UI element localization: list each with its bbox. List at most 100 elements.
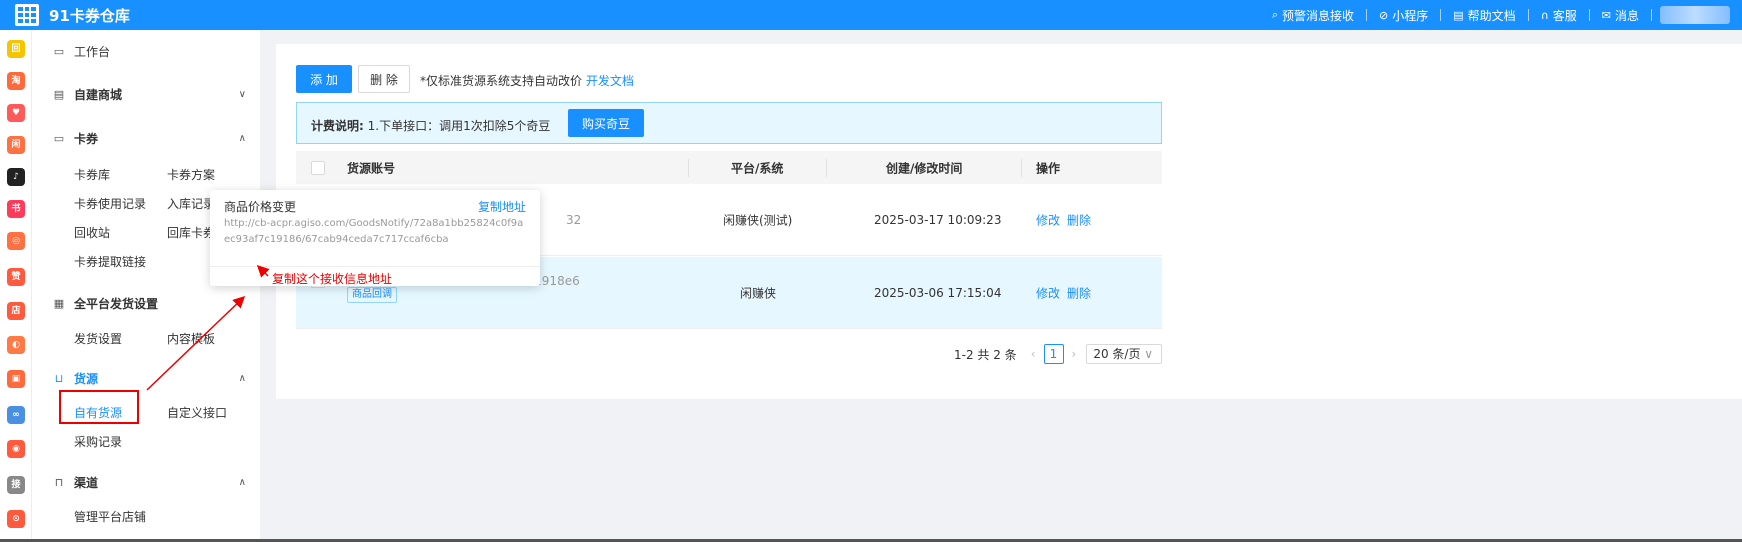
sidebar-group-delivery[interactable]: ▦ 全平台发货设置: [32, 291, 260, 315]
sidebar-group-mall[interactable]: ▤ 自建商城 ∨: [32, 82, 260, 106]
top-bar: 91卡券仓库 ⌕ 预警消息接收 ⊘ 小程序 ▤ 帮助文档 ∩ 客服 ✉ 消息: [0, 0, 1742, 30]
sidebar-item-workbench[interactable]: ▭ 工作台: [32, 39, 260, 63]
platform-cell: 闲赚侠(测试): [723, 213, 793, 227]
rail-icon-2[interactable]: 淘: [7, 72, 25, 90]
auto-price-note: *仅标准货源系统支持自动改价 开发文档: [420, 72, 634, 89]
top-nav-mini-program[interactable]: ⊘ 小程序: [1367, 7, 1440, 24]
cart-icon: ⊔: [54, 371, 64, 385]
divider: [688, 159, 689, 177]
sidebar-group-coupons[interactable]: ▭ 卡券 ∧: [32, 126, 260, 150]
delete-link[interactable]: 删除: [1067, 284, 1091, 301]
rail-icon-13[interactable]: ◉: [7, 440, 25, 458]
sidebar-item-coupon-plan[interactable]: 卡券方案: [167, 166, 215, 183]
rail-icon-3[interactable]: ♥: [7, 104, 25, 122]
sidebar-group-channel[interactable]: ⊓ 渠道 ∧: [32, 470, 260, 494]
sidebar-item-recycle-bin[interactable]: 回收站: [74, 224, 110, 241]
top-nav-label: 客服: [1552, 8, 1577, 23]
top-nav-label: 预警消息接收: [1282, 8, 1355, 23]
col-actions: 操作: [1036, 161, 1061, 175]
popover-title: 商品价格变更: [224, 200, 297, 214]
sidebar-item-purchase-records[interactable]: 采购记录: [74, 433, 122, 450]
rail-icon-8[interactable]: 赞: [7, 268, 25, 286]
rail-icon-10[interactable]: ◐: [7, 336, 25, 354]
top-nav-label: 帮助文档: [1467, 8, 1516, 23]
highlight-box: [59, 390, 139, 424]
app-logo-icon: [15, 4, 39, 26]
chevron-down-icon: ∨: [238, 88, 246, 100]
top-nav: ⌕ 预警消息接收 ⊘ 小程序 ▤ 帮助文档 ∩ 客服 ✉ 消息: [1260, 0, 1652, 30]
annotation-text: 复制这个接收信息地址: [272, 272, 393, 286]
store-icon: ▤: [53, 87, 65, 101]
billing-info: 计费说明: 1.下单接口：调用1次扣除5个奇豆 购买奇豆: [296, 102, 1162, 144]
rail-icon-4[interactable]: 闲: [7, 136, 25, 154]
search-icon: ⌕: [1271, 8, 1279, 21]
sidebar-item-custom-api[interactable]: 自定义接口: [167, 404, 227, 421]
app-title: 91卡券仓库: [49, 6, 130, 25]
delete-link[interactable]: 删除: [1067, 211, 1091, 228]
sidebar-group-label: 全平台发货设置: [74, 296, 159, 311]
sidebar-item-coupon-library[interactable]: 卡券库: [74, 166, 110, 183]
sidebar-item-stock-records[interactable]: 入库记录: [167, 195, 215, 212]
col-time: 创建/修改时间: [886, 161, 963, 175]
top-nav-service[interactable]: ∩ 客服: [1529, 7, 1589, 24]
sidebar-item-coupon-usage[interactable]: 卡券使用记录: [74, 195, 146, 212]
top-nav-label: 小程序: [1392, 8, 1429, 23]
page-1-button[interactable]: 1: [1043, 344, 1064, 364]
sidebar-item-returned-coupons[interactable]: 回库卡券: [167, 224, 215, 241]
sidebar-item-content-template[interactable]: 内容模板: [167, 330, 215, 347]
sidebar-group-label: 货源: [74, 371, 99, 386]
rail-icon-11[interactable]: ▣: [7, 370, 25, 388]
sidebar-item-extract-link[interactable]: 卡券提取链接: [74, 253, 146, 270]
top-nav-messages[interactable]: ✉ 消息: [1590, 7, 1651, 24]
edit-link[interactable]: 修改: [1036, 211, 1060, 228]
dev-doc-link[interactable]: 开发文档: [586, 74, 634, 88]
sidebar-item-manage-shops[interactable]: 管理平台店铺: [74, 508, 146, 525]
sidebar-group-supply[interactable]: ⊔ 货源 ∧: [32, 366, 260, 390]
chevron-up-icon: ∧: [238, 476, 246, 488]
notify-url-text: http://cb-acpr.agiso.com/GoodsNotify/72a…: [224, 218, 524, 245]
top-nav-alerts[interactable]: ⌕ 预警消息接收: [1260, 7, 1366, 24]
mini-program-icon: ⊘: [1379, 8, 1389, 22]
select-all-checkbox[interactable]: [311, 160, 325, 175]
rail-icon-5[interactable]: ♪: [7, 168, 25, 186]
col-account: 货源账号: [347, 161, 396, 175]
col-platform: 平台/系统: [731, 161, 784, 175]
chevron-up-icon: ∧: [238, 132, 246, 144]
table-header: 货源账号 平台/系统 创建/修改时间 操作: [296, 151, 1162, 184]
headset-icon: ∩: [1540, 8, 1549, 22]
add-button[interactable]: 添 加: [296, 65, 352, 93]
rail-icon-6[interactable]: 书: [7, 200, 25, 218]
bag-icon: ⊓: [54, 475, 64, 489]
edit-link[interactable]: 修改: [1036, 284, 1060, 301]
copy-address-link[interactable]: 复制地址: [478, 198, 526, 215]
buy-beans-button[interactable]: 购买奇豆: [568, 109, 644, 137]
user-account-blurred[interactable]: [1660, 6, 1730, 24]
doc-icon: ▤: [1453, 8, 1464, 22]
sidebar-group-label: 卡券: [74, 131, 99, 146]
monitor-icon: ▭: [53, 44, 65, 58]
next-page-icon[interactable]: ›: [1072, 347, 1077, 361]
rail-icon-1[interactable]: 回: [7, 40, 25, 58]
pagination: 1-2 共 2 条 ‹ 1 › 20 条/页 ∨: [954, 344, 1163, 364]
chevron-down-icon: ∨: [1144, 347, 1154, 361]
billing-text: 计费说明: 1.下单接口：调用1次扣除5个奇豆: [311, 117, 550, 134]
rail-icon-14[interactable]: 接: [7, 476, 25, 494]
grid-icon: ▦: [53, 296, 65, 310]
mail-icon: ✉: [1601, 8, 1611, 22]
rail-icon-12[interactable]: ∞: [7, 406, 25, 424]
sidebar-item-delivery-settings[interactable]: 发货设置: [74, 330, 122, 347]
chevron-up-icon: ∧: [238, 372, 246, 384]
rail-icon-9[interactable]: 店: [7, 302, 25, 320]
sidebar-group-label: 渠道: [74, 475, 99, 490]
divider: [210, 266, 540, 267]
rail-icon-7[interactable]: ◎: [7, 232, 25, 250]
rail-icon-15[interactable]: ⊙: [7, 510, 25, 528]
note-text: *仅标准货源系统支持自动改价: [420, 74, 583, 88]
coupon-icon: ▭: [53, 131, 65, 145]
time-cell: 2025-03-17 10:09:23: [874, 212, 1002, 227]
page-size-select[interactable]: 20 条/页 ∨: [1086, 344, 1163, 364]
divider: [1651, 9, 1652, 21]
prev-page-icon[interactable]: ‹: [1031, 347, 1036, 361]
delete-button[interactable]: 删 除: [358, 65, 410, 93]
top-nav-help[interactable]: ▤ 帮助文档: [1441, 7, 1527, 24]
